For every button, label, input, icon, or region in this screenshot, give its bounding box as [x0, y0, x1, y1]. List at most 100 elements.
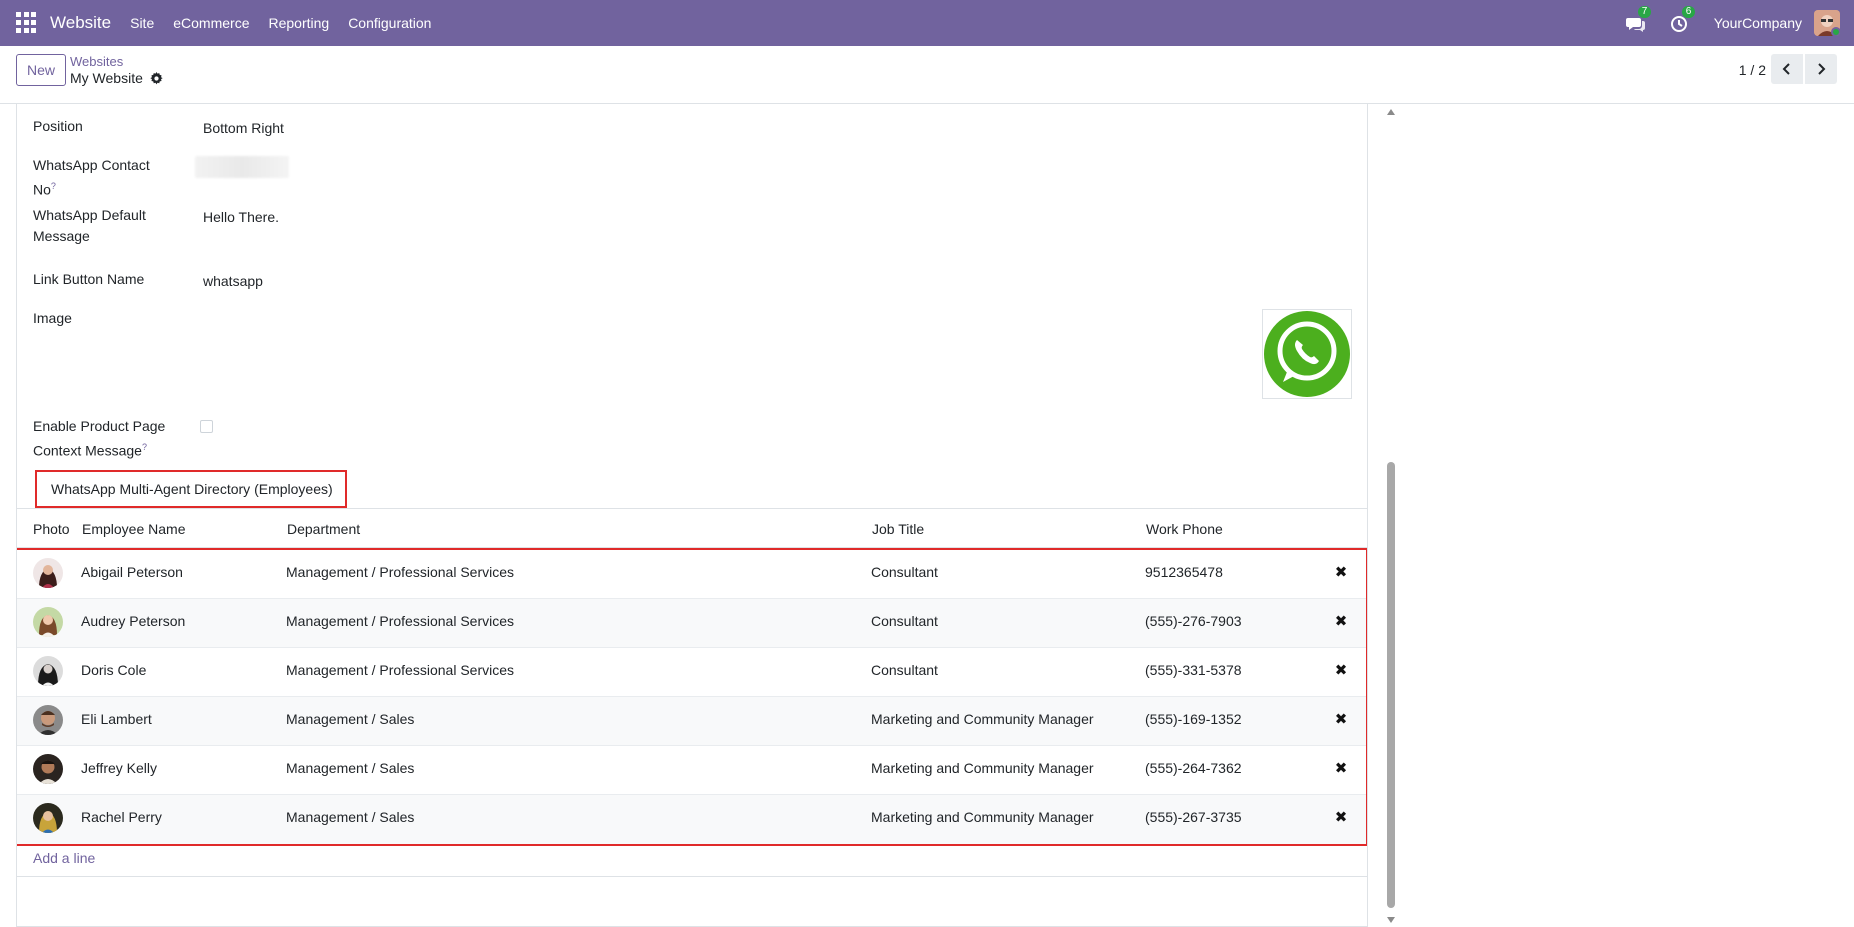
table-row[interactable]: Eli Lambert Management / Sales Marketing…	[17, 697, 1366, 746]
record-title-text: My Website	[70, 70, 143, 86]
default-message-value[interactable]: Hello There.	[203, 209, 279, 225]
employee-photo	[33, 558, 63, 588]
work-phone-cell: (555)-264-7362	[1145, 760, 1242, 776]
job-title-cell: Consultant	[871, 564, 938, 580]
employee-name-cell: Abigail Peterson	[81, 564, 183, 580]
pager-previous-button[interactable]	[1771, 54, 1803, 84]
product-context-label: Enable Product Page Context Message?	[33, 416, 173, 462]
work-phone-cell: (555)-267-3735	[1145, 809, 1242, 825]
chevron-right-icon	[1818, 63, 1826, 75]
table-row[interactable]: Rachel Perry Management / Sales Marketin…	[17, 795, 1366, 844]
section-title-text: WhatsApp Multi-Agent Directory (Employee…	[51, 481, 333, 497]
user-avatar[interactable]	[1814, 10, 1840, 36]
job-title-cell: Marketing and Community Manager	[871, 809, 1094, 825]
table-row[interactable]: Jeffrey Kelly Management / Sales Marketi…	[17, 746, 1366, 795]
menu-item-site[interactable]: Site	[130, 15, 154, 31]
employee-photo	[33, 607, 63, 637]
default-message-label: WhatsApp Default Message	[33, 207, 146, 244]
work-phone-cell: (555)-331-5378	[1145, 662, 1242, 678]
employee-photo	[33, 705, 63, 735]
employee-photo	[33, 656, 63, 686]
employee-rows: Abigail Peterson Management / Profession…	[17, 548, 1367, 846]
employee-photo	[33, 803, 63, 833]
table-row[interactable]: Doris Cole Management / Professional Ser…	[17, 648, 1366, 697]
help-tooltip-icon[interactable]: ?	[51, 181, 56, 191]
link-button-name-label: Link Button Name	[33, 271, 145, 287]
activities-badge: 6	[1681, 6, 1696, 18]
form-sheet: Position Bottom Right WhatsApp Contact N…	[16, 104, 1368, 927]
employee-name-cell: Eli Lambert	[81, 711, 152, 727]
position-label: Position	[33, 118, 83, 134]
table-row[interactable]: Abigail Peterson Management / Profession…	[17, 550, 1366, 599]
menu-item-configuration[interactable]: Configuration	[348, 15, 431, 31]
scroll-up-arrow-icon[interactable]	[1387, 109, 1395, 115]
image-field[interactable]	[1262, 309, 1352, 399]
link-button-name-value[interactable]: whatsapp	[203, 273, 263, 289]
messages-icon[interactable]: 7	[1625, 6, 1652, 34]
pager-counter[interactable]: 1 / 2	[1739, 62, 1766, 78]
employee-name-cell: Rachel Perry	[81, 809, 162, 825]
company-switcher[interactable]: YourCompany	[1714, 15, 1802, 31]
help-tooltip-icon[interactable]: ?	[142, 442, 147, 452]
job-title-cell: Marketing and Community Manager	[871, 760, 1094, 776]
messages-badge: 7	[1637, 6, 1652, 18]
position-value[interactable]: Bottom Right	[203, 120, 284, 136]
whatsapp-logo-icon	[1264, 311, 1350, 397]
apps-menu-icon[interactable]	[16, 12, 38, 34]
delete-row-icon[interactable]: ✖	[1334, 760, 1348, 777]
record-title: My Website	[70, 70, 163, 86]
employee-table: Photo Employee Name Department Job Title…	[17, 508, 1367, 846]
job-title-cell: Consultant	[871, 662, 938, 678]
department-cell: Management / Sales	[286, 760, 415, 776]
employee-name-cell: Jeffrey Kelly	[81, 760, 157, 776]
job-title-cell: Consultant	[871, 613, 938, 629]
work-phone-cell: (555)-169-1352	[1145, 711, 1242, 727]
job-title-cell: Marketing and Community Manager	[871, 711, 1094, 727]
column-header-job-title[interactable]: Job Title	[872, 521, 924, 537]
whatsapp-contact-input[interactable]	[195, 156, 289, 178]
menu-item-ecommerce[interactable]: eCommerce	[173, 15, 249, 31]
department-cell: Management / Sales	[286, 711, 415, 727]
activities-clock-icon[interactable]: 6	[1670, 6, 1696, 34]
delete-row-icon[interactable]: ✖	[1334, 662, 1348, 679]
table-footer-divider	[17, 876, 1367, 877]
chevron-left-icon	[1782, 63, 1790, 75]
app-brand[interactable]: Website	[50, 13, 111, 33]
new-button[interactable]: New	[16, 54, 66, 86]
column-header-department[interactable]: Department	[287, 521, 360, 537]
delete-row-icon[interactable]: ✖	[1334, 711, 1348, 728]
control-panel: New Websites My Website 1 / 2	[0, 46, 1854, 104]
table-header: Photo Employee Name Department Job Title…	[17, 508, 1367, 548]
breadcrumb-websites[interactable]: Websites	[70, 54, 123, 69]
delete-row-icon[interactable]: ✖	[1334, 613, 1348, 630]
department-cell: Management / Professional Services	[286, 564, 514, 580]
column-header-employee-name[interactable]: Employee Name	[82, 521, 186, 537]
column-header-photo[interactable]: Photo	[33, 521, 70, 537]
scroll-down-arrow-icon[interactable]	[1387, 917, 1395, 923]
section-title-agent-directory: WhatsApp Multi-Agent Directory (Employee…	[35, 470, 347, 508]
work-phone-cell: (555)-276-7903	[1145, 613, 1242, 629]
department-cell: Management / Professional Services	[286, 662, 514, 678]
delete-row-icon[interactable]: ✖	[1334, 564, 1348, 581]
employee-photo	[33, 754, 63, 784]
whatsapp-contact-label: WhatsApp Contact No?	[33, 155, 173, 201]
form-scrollbar[interactable]	[1384, 104, 1398, 927]
work-phone-cell: 9512365478	[1145, 564, 1223, 580]
department-cell: Management / Sales	[286, 809, 415, 825]
pager-next-button[interactable]	[1805, 54, 1837, 84]
table-row[interactable]: Audrey Peterson Management / Professiona…	[17, 599, 1366, 648]
column-header-work-phone[interactable]: Work Phone	[1146, 521, 1223, 537]
department-cell: Management / Professional Services	[286, 613, 514, 629]
online-status-dot	[1831, 27, 1840, 36]
image-label: Image	[33, 310, 72, 326]
product-context-label-text: Enable Product Page Context Message	[33, 418, 166, 459]
add-a-line-link[interactable]: Add a line	[33, 850, 95, 866]
delete-row-icon[interactable]: ✖	[1334, 809, 1348, 826]
scrollbar-thumb[interactable]	[1387, 462, 1395, 908]
product-context-checkbox[interactable]	[200, 420, 213, 433]
employee-name-cell: Audrey Peterson	[81, 613, 186, 629]
menu-item-reporting[interactable]: Reporting	[268, 15, 329, 31]
gear-icon[interactable]	[150, 71, 163, 85]
top-navbar: Website Site eCommerce Reporting Configu…	[0, 0, 1854, 46]
whatsapp-contact-label-text: WhatsApp Contact No	[33, 157, 150, 198]
